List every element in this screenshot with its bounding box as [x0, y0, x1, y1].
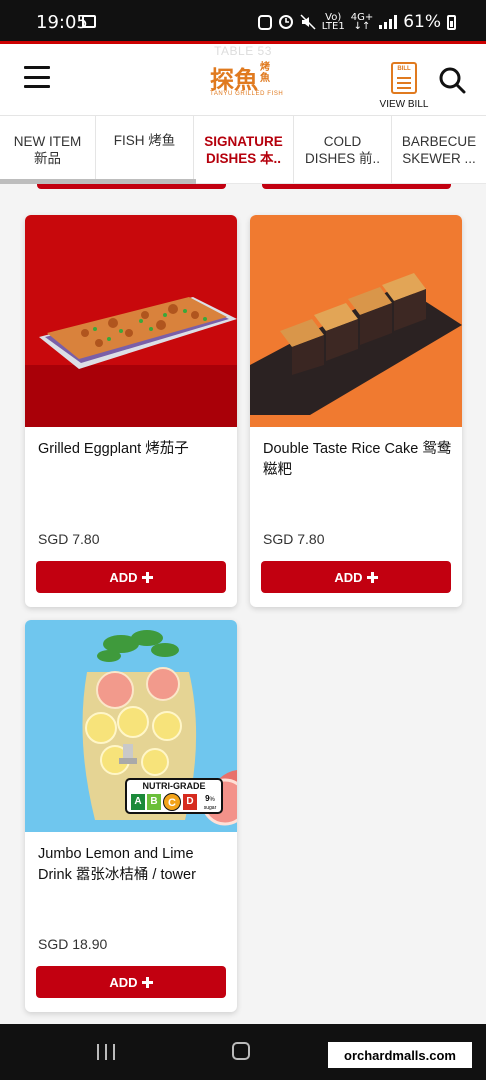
item-name: Jumbo Lemon and Lime Drink 嚣张冰桔桶 / tower — [38, 846, 196, 883]
table-label: TABLE 53 — [214, 44, 272, 58]
add-button-label: ADD — [109, 974, 138, 990]
home-icon[interactable] — [232, 1042, 250, 1060]
add-button-label: ADD — [109, 569, 138, 585]
logo-main-text: 探魚 — [210, 66, 258, 94]
network-bottom: ↓↑ — [353, 21, 371, 32]
search-icon[interactable] — [438, 66, 466, 94]
menu-item-card[interactable]: NUTRI-GRADE A B C D 9% sugar Jumbo Lemon… — [25, 620, 237, 1012]
bill-icon: BILL — [391, 62, 417, 94]
status-bar: 19:05 Vo) LTE1 4G+ ↓↑ 61% — [0, 0, 486, 42]
system-nav-bar: orchardmalls.com — [0, 1024, 486, 1080]
menu-item-card[interactable]: Grilled Eggplant 烤茄子 SGD 7.80 ADD — [25, 215, 237, 607]
item-price: SGD 7.80 — [38, 531, 100, 547]
mute-icon — [300, 14, 316, 30]
battery-icon — [447, 14, 456, 30]
item-name: Double Taste Rice Cake 鸳鸯糍粑 — [263, 441, 452, 478]
plus-icon — [141, 571, 153, 583]
logo-side-text: 烤魚 — [260, 62, 270, 84]
brand-logo: 探魚 烤魚 TANYU GRILLED FISH — [210, 60, 283, 100]
tab-fish[interactable]: FISH 烤鱼 — [96, 116, 194, 183]
image-icon — [82, 15, 96, 28]
tab-label-line2: SKEWER ... — [402, 151, 476, 166]
grade-a: A — [131, 794, 145, 810]
sugar-label: sugar — [203, 805, 217, 811]
recent-apps-icon[interactable] — [97, 1044, 115, 1060]
tab-label-line1: COLD — [323, 134, 362, 149]
grilled-eggplant-image — [25, 215, 237, 427]
tab-barbecue-skewer[interactable]: BARBECUE SKEWER ... — [392, 116, 486, 183]
grade-c: C — [163, 793, 181, 811]
tab-label-line2: DISHES 本.. — [205, 151, 281, 166]
tab-label-line2: 新品 — [34, 151, 61, 166]
add-button[interactable]: ADD — [36, 561, 226, 593]
status-time: 19:05 — [36, 12, 88, 33]
view-bill-label: VIEW BILL — [379, 99, 429, 110]
tab-signature-dishes[interactable]: SIGNATURE DISHES 本.. — [194, 116, 294, 183]
tab-label-line2: DISHES 前.. — [304, 151, 380, 166]
logo-subtitle: TANYU GRILLED FISH — [210, 91, 284, 97]
nutri-grade-badge: NUTRI-GRADE A B C D 9% sugar — [125, 778, 223, 814]
volte-bottom: LTE1 — [321, 21, 345, 32]
tab-label-line1: FISH 烤鱼 — [113, 133, 176, 148]
tab-label-line1: NEW ITEM — [13, 134, 82, 149]
grade-d: D — [183, 794, 197, 810]
plus-icon — [141, 976, 153, 988]
nutri-grade-scale: A B C D — [131, 793, 197, 811]
network-indicator: 4G+ ↓↑ — [351, 13, 374, 32]
add-button-label: ADD — [334, 569, 363, 585]
view-bill-button[interactable]: BILL VIEW BILL — [376, 62, 432, 110]
menu-icon[interactable] — [24, 66, 50, 88]
tab-label-line1: BARBECUE — [401, 134, 477, 149]
tab-label-line1: SIGNATURE — [204, 134, 283, 149]
rice-cake-image — [250, 215, 462, 427]
item-price: SGD 7.80 — [263, 531, 325, 547]
previous-add-button[interactable] — [37, 184, 226, 189]
signal-icon — [379, 15, 398, 29]
item-name: Grilled Eggplant 烤茄子 — [38, 441, 189, 457]
watermark: orchardmalls.com — [328, 1042, 472, 1068]
volte-indicator: Vo) LTE1 — [321, 13, 345, 32]
item-price: SGD 18.90 — [38, 936, 108, 952]
alarm-icon — [257, 15, 272, 30]
status-icons: Vo) LTE1 4G+ ↓↑ 61% — [257, 12, 456, 32]
category-tabs: NEW ITEM 新品 FISH 烤鱼 SIGNATURE DISHES 本.. C… — [0, 116, 486, 184]
sugar-level: 9% sugar — [201, 793, 219, 812]
lemon-drink-image: NUTRI-GRADE A B C D 9% sugar — [25, 620, 237, 832]
tab-cold-dishes[interactable]: COLD DISHES 前.. — [294, 116, 392, 183]
previous-add-button[interactable] — [262, 184, 451, 189]
sugar-unit: % — [209, 797, 215, 803]
add-button[interactable]: ADD — [36, 966, 226, 998]
menu-content[interactable]: Grilled Eggplant 烤茄子 SGD 7.80 ADD Double… — [0, 184, 486, 1024]
menu-item-card[interactable]: Double Taste Rice Cake 鸳鸯糍粑 SGD 7.80 ADD — [250, 215, 462, 607]
clock-icon — [278, 15, 293, 29]
app-header: TABLE 53 探魚 烤魚 TANYU GRILLED FISH BILL V… — [0, 44, 486, 116]
bill-icon-tag: BILL — [397, 66, 411, 72]
tab-new-item[interactable]: NEW ITEM 新品 — [0, 116, 96, 183]
battery-text: 61% — [403, 12, 441, 32]
nutri-grade-title: NUTRI-GRADE — [142, 781, 206, 791]
add-button[interactable]: ADD — [261, 561, 451, 593]
grade-b: B — [147, 794, 161, 810]
plus-icon — [366, 571, 378, 583]
